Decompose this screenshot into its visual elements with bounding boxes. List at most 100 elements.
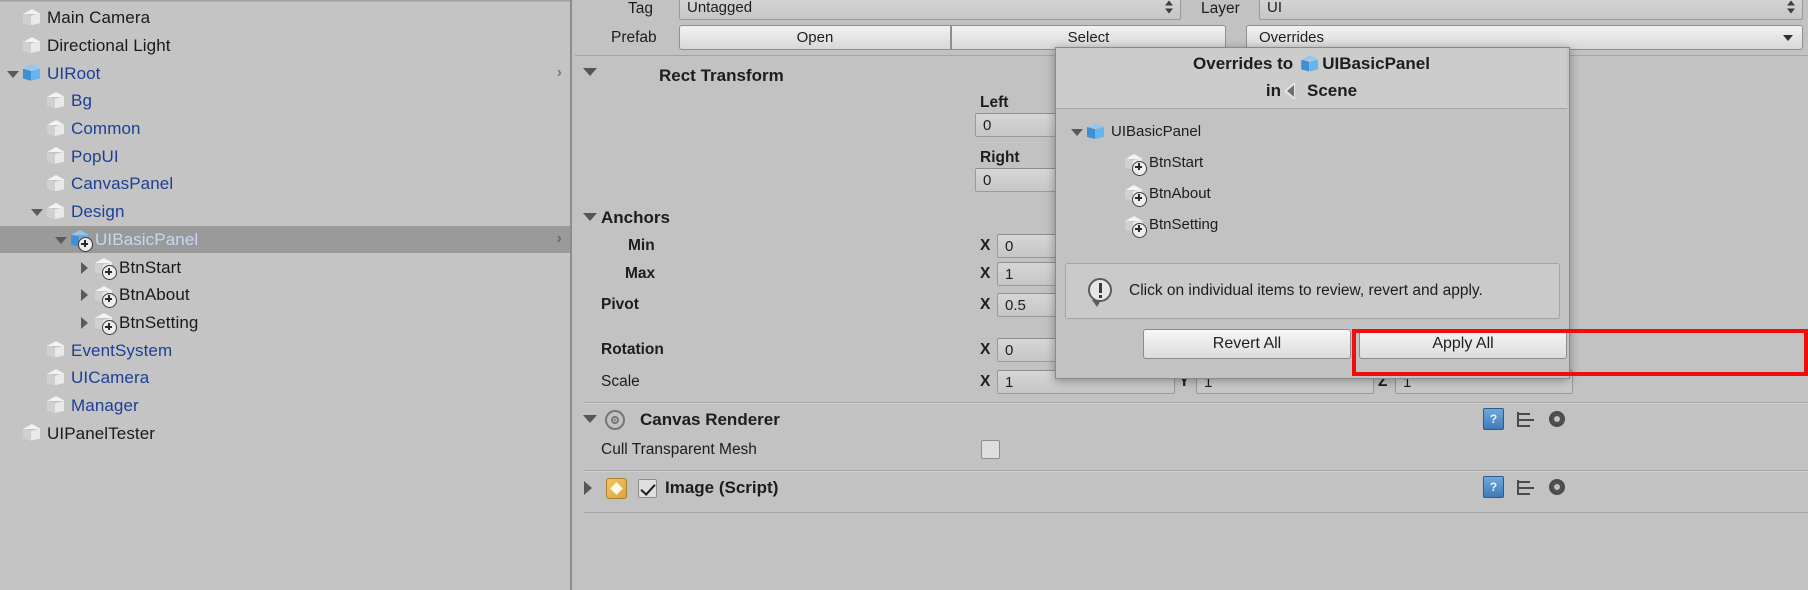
apply-all-button[interactable]: Apply All bbox=[1359, 329, 1567, 359]
overrides-tree-item-btnsetting[interactable]: BtnSetting bbox=[1056, 209, 1567, 240]
layer-value: UI bbox=[1267, 0, 1282, 16]
hierarchy-item-label: UIPanelTester bbox=[47, 425, 155, 442]
hierarchy-item-canvaspanel[interactable]: CanvasPanel bbox=[0, 170, 572, 198]
overrides-tree-item-btnstart[interactable]: BtnStart bbox=[1056, 147, 1567, 178]
hierarchy-item-main-camera[interactable]: Main Camera bbox=[0, 4, 572, 32]
canvas-renderer-gear-icon[interactable] bbox=[1547, 409, 1567, 429]
hierarchy-item-uiroot[interactable]: UIRoot › bbox=[0, 59, 572, 87]
blue-cube-icon bbox=[1300, 54, 1320, 74]
rotation-x-value: 0 bbox=[1005, 342, 1013, 359]
rect-transform-foldout[interactable] bbox=[583, 68, 597, 76]
hierarchy-item-uipaneltester[interactable]: UIPanelTester bbox=[0, 419, 572, 447]
image-script-preset-icon[interactable] bbox=[1515, 478, 1537, 498]
hierarchy-item-popui[interactable]: PopUI bbox=[0, 142, 572, 170]
rect-right-label: Right bbox=[980, 149, 1020, 167]
hierarchy-item-design[interactable]: Design bbox=[0, 198, 572, 226]
hierarchy-item-label: PopUI bbox=[71, 148, 119, 165]
hierarchy-item-label: BtnStart bbox=[119, 259, 181, 276]
hierarchy-item-uibasicpanel[interactable]: UIBasicPanel› bbox=[0, 226, 572, 254]
inspector-divider-3b bbox=[584, 471, 1808, 472]
image-script-enabled-checkbox[interactable] bbox=[638, 479, 657, 498]
twisty-open-icon[interactable] bbox=[1068, 123, 1085, 140]
overrides-tree-item-label: UIBasicPanel bbox=[1111, 123, 1201, 140]
canvas-renderer-preset-icon[interactable] bbox=[1515, 410, 1537, 430]
gray-cube-icon bbox=[46, 202, 66, 222]
hierarchy-item-label: Bg bbox=[71, 92, 92, 109]
image-script-gear-icon[interactable] bbox=[1547, 477, 1567, 497]
scale-label: Scale bbox=[601, 373, 640, 391]
image-script-foldout[interactable] bbox=[584, 481, 592, 495]
hierarchy-top-divider bbox=[0, 0, 572, 2]
twisty-open-icon[interactable] bbox=[52, 231, 69, 248]
twisty-closed-icon[interactable] bbox=[76, 314, 93, 331]
gray-cube-icon bbox=[46, 174, 66, 194]
gray-cube-icon bbox=[94, 257, 114, 277]
twisty-open-icon[interactable] bbox=[28, 203, 45, 220]
twisty-spacer bbox=[1106, 185, 1123, 202]
hierarchy-item-common[interactable]: Common bbox=[0, 115, 572, 143]
hierarchy-item-uicamera[interactable]: UICamera bbox=[0, 364, 572, 392]
overrides-tree[interactable]: UIBasicPanel BtnStart BtnAbout BtnSetting bbox=[1056, 116, 1567, 240]
twisty-spacer bbox=[4, 9, 21, 26]
hierarchy-tree[interactable]: Main Camera Directional Light UIRoot › Bg Com… bbox=[0, 4, 572, 447]
pivot-x-axis: X bbox=[980, 296, 990, 314]
pivot-label: Pivot bbox=[601, 296, 639, 314]
twisty-closed-icon[interactable] bbox=[76, 259, 93, 276]
chevron-right-icon[interactable]: › bbox=[557, 230, 562, 248]
twisty-spacer bbox=[4, 37, 21, 54]
gray-cube-icon bbox=[46, 119, 66, 139]
canvas-renderer-help-icon[interactable]: ? bbox=[1483, 408, 1504, 430]
hierarchy-item-label: UIRoot bbox=[47, 65, 101, 82]
image-script-title: Image (Script) bbox=[665, 478, 778, 498]
hierarchy-item-eventsystem[interactable]: EventSystem bbox=[0, 336, 572, 364]
canvas-renderer-title: Canvas Renderer bbox=[640, 410, 780, 430]
hierarchy-item-label: Main Camera bbox=[47, 9, 150, 26]
chevron-right-icon[interactable]: › bbox=[557, 64, 562, 82]
hierarchy-item-bg[interactable]: Bg bbox=[0, 87, 572, 115]
hierarchy-item-btnsetting[interactable]: BtnSetting bbox=[0, 309, 572, 337]
anchors-foldout[interactable] bbox=[583, 213, 597, 221]
overrides-tree-item-btnabout[interactable]: BtnAbout bbox=[1056, 178, 1567, 209]
twisty-closed-icon[interactable] bbox=[76, 286, 93, 303]
inspector-divider-2b bbox=[584, 403, 1808, 404]
canvas-renderer-icon bbox=[605, 410, 625, 430]
hierarchy-item-directional-light[interactable]: Directional Light bbox=[0, 32, 572, 60]
hierarchy-item-manager[interactable]: Manager bbox=[0, 392, 572, 420]
overrides-tree-item-label: BtnStart bbox=[1149, 154, 1203, 171]
overrides-title-prefix: Overrides to bbox=[1193, 54, 1293, 74]
overrides-tree-item-uibasicpanel[interactable]: UIBasicPanel bbox=[1056, 116, 1567, 147]
layer-dropdown[interactable]: UI bbox=[1259, 0, 1803, 20]
twisty-spacer bbox=[28, 342, 45, 359]
overrides-tree-item-label: BtnSetting bbox=[1149, 216, 1218, 233]
inspector-divider-4 bbox=[584, 512, 1808, 513]
cull-transparent-mesh-checkbox[interactable] bbox=[981, 440, 1000, 459]
canvas-renderer-foldout[interactable] bbox=[583, 415, 597, 423]
tag-dropdown[interactable]: Untagged bbox=[679, 0, 1181, 20]
pivot-x-value: 0.5 bbox=[1005, 297, 1026, 314]
hierarchy-item-label: Common bbox=[71, 120, 141, 137]
overrides-subtitle-line: in Scene bbox=[1056, 81, 1567, 101]
overrides-subtitle-prefix: in bbox=[1266, 81, 1281, 101]
rotation-label: Rotation bbox=[601, 341, 664, 359]
gray-cube-icon bbox=[46, 395, 66, 415]
layer-label: Layer bbox=[1201, 0, 1240, 18]
anchors-max-x-axis: X bbox=[980, 265, 990, 283]
hierarchy-item-btnabout[interactable]: BtnAbout bbox=[0, 281, 572, 309]
overrides-popup[interactable]: Overrides to UIBasicPanel in Scene UIBas… bbox=[1055, 47, 1570, 379]
overrides-tree-item-label: BtnAbout bbox=[1149, 185, 1211, 202]
image-script-help-icon[interactable]: ? bbox=[1483, 476, 1504, 498]
hierarchy-panel[interactable]: Main Camera Directional Light UIRoot › Bg Com… bbox=[0, 0, 572, 590]
blue-cube-icon bbox=[1086, 122, 1106, 142]
tag-value: Untagged bbox=[687, 0, 752, 16]
revert-all-button[interactable]: Revert All bbox=[1143, 329, 1351, 359]
twisty-open-icon[interactable] bbox=[4, 65, 21, 82]
hierarchy-item-btnstart[interactable]: BtnStart bbox=[0, 253, 572, 281]
hierarchy-item-label: EventSystem bbox=[71, 342, 172, 359]
scale-x-value: 1 bbox=[1005, 374, 1013, 391]
overrides-info-box: Click on individual items to review, rev… bbox=[1065, 263, 1560, 319]
rect-transform-title: Rect Transform bbox=[659, 66, 784, 86]
prefab-open-button[interactable]: Open bbox=[679, 25, 951, 50]
anchors-min-x-axis: X bbox=[980, 237, 990, 255]
hierarchy-item-label: Manager bbox=[71, 397, 139, 414]
hierarchy-right-border bbox=[570, 0, 572, 590]
